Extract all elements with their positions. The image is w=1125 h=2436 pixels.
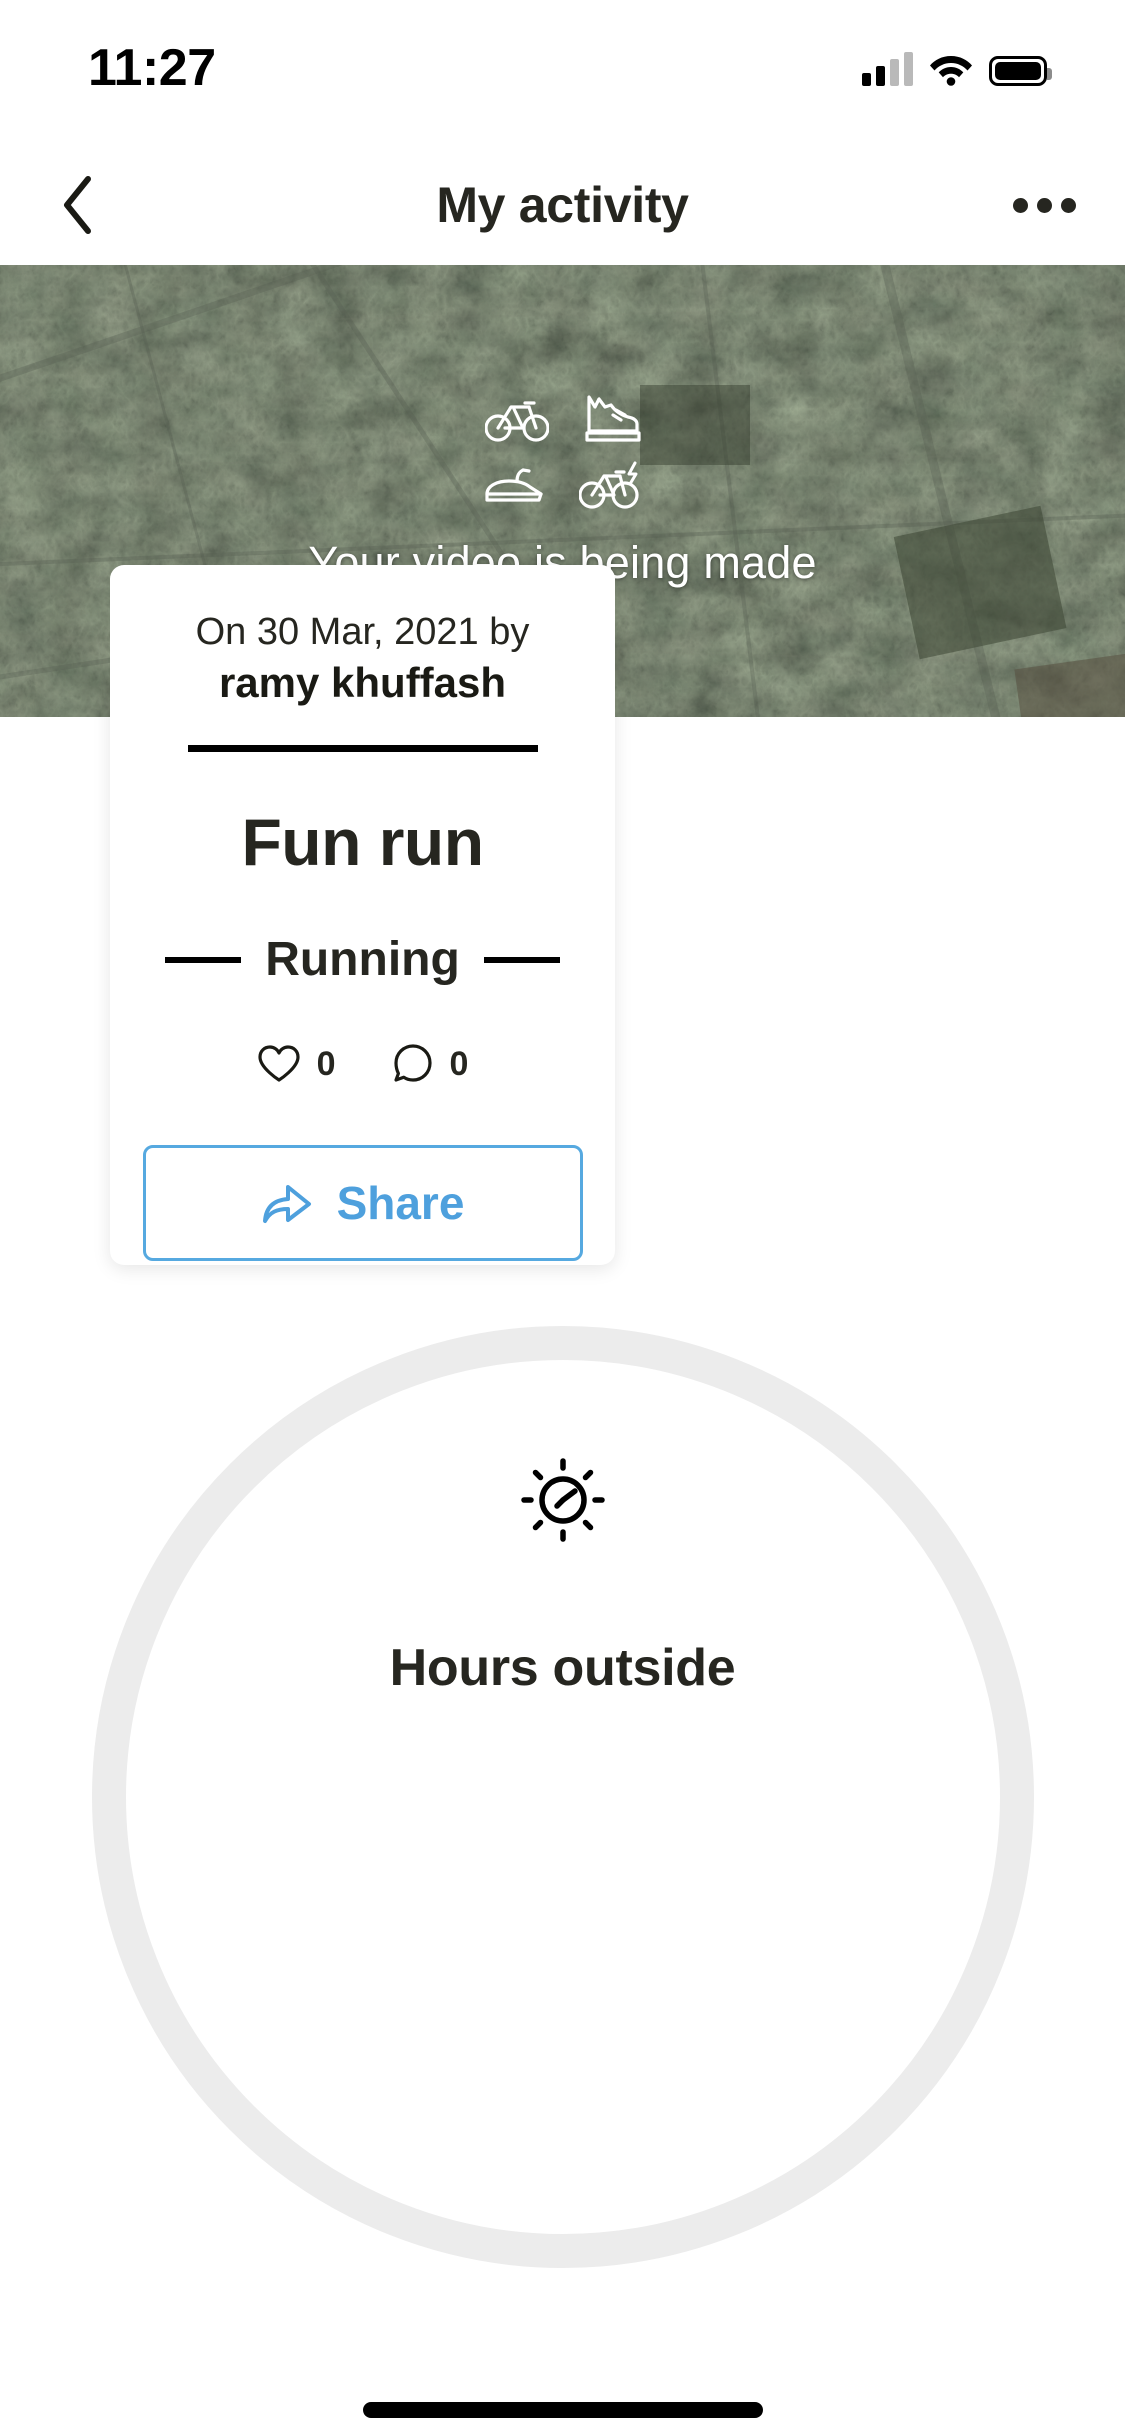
activity-card[interactable]: On 30 Mar, 2021 by ramy khuffash Fun run… [110, 565, 615, 1265]
type-rule-left [165, 956, 242, 963]
battery-icon [989, 56, 1052, 86]
comment-bubble-icon [393, 1044, 432, 1082]
like-count: 0 [316, 1044, 336, 1083]
share-button[interactable]: Share [142, 1145, 583, 1262]
social-stats-row: 0 0 [257, 1043, 469, 1085]
navigation-bar: My activity [0, 145, 1125, 265]
share-label: Share [336, 1177, 465, 1230]
activity-author: ramy khuffash [218, 659, 507, 707]
comment-button[interactable]: 0 [392, 1043, 469, 1085]
activity-date: On 30 Mar, 2021 by [195, 611, 530, 653]
hours-outside-label: Hours outside [389, 1639, 736, 1697]
screen-root: Your video is being made On 30 Mar, 2021… [0, 0, 1125, 2436]
activity-type-row: Running [110, 932, 615, 987]
home-indicator [362, 2402, 763, 2418]
more-options-button[interactable] [989, 145, 1099, 265]
like-button[interactable]: 0 [257, 1044, 336, 1084]
cellular-signal-icon [862, 52, 913, 86]
more-options-icon-dot3 [1060, 197, 1076, 213]
type-rule-right [483, 956, 560, 963]
more-options-icon [1012, 197, 1028, 213]
status-bar: 11:27 [0, 0, 1125, 145]
share-arrow-icon [262, 1185, 311, 1224]
card-divider [187, 745, 538, 753]
activity-type-label: Running [265, 933, 460, 987]
comment-count: 0 [449, 1044, 469, 1083]
wifi-icon [930, 56, 972, 86]
heart-icon [257, 1045, 300, 1082]
status-bar-indicators [862, 44, 1052, 86]
status-bar-clock: 11:27 [88, 39, 216, 97]
more-options-icon-dot2 [1036, 197, 1052, 213]
activity-title: Fun run [241, 805, 484, 880]
sun-clock-icon [520, 1458, 605, 1542]
hours-outside-section: Hours outside [0, 1326, 1125, 2436]
page-title: My activity [436, 177, 689, 233]
